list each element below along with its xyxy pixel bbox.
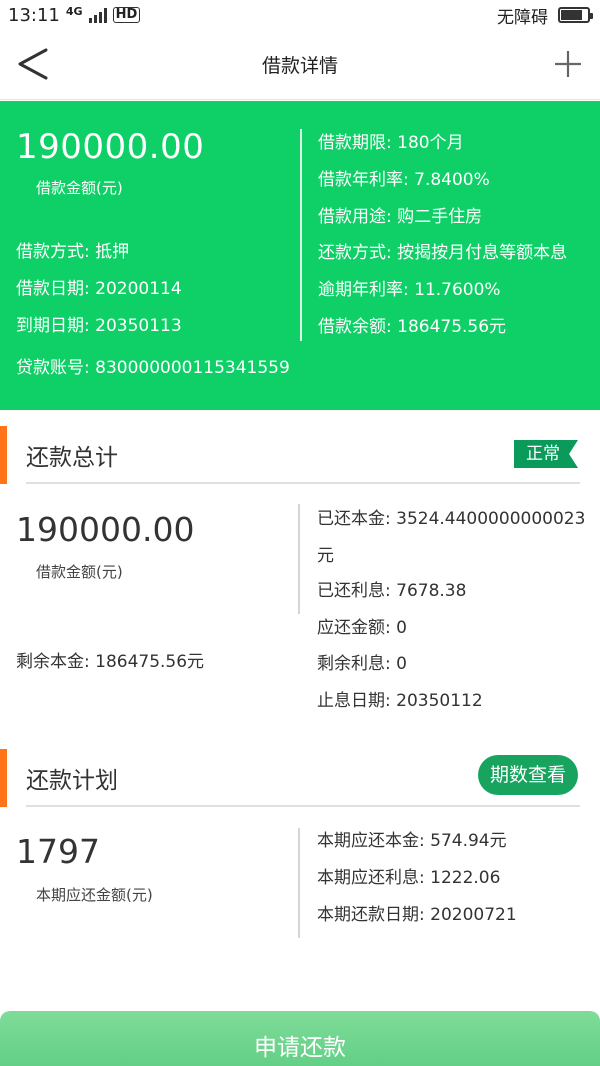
loan-balance: 借款余额: 186475.56元 [318, 317, 507, 337]
current-repay-date: 本期还款日期: 20200721 [317, 905, 517, 925]
section-title: 还款计划 [26, 768, 118, 794]
network-type: 4G [65, 4, 83, 18]
accessibility-label: 无障碍 [497, 7, 548, 28]
repay-total-amount-label: 借款金额(元) [36, 563, 123, 581]
loan-account: 贷款账号: 830000000115341559 [16, 358, 290, 378]
loan-amount-label: 借款金额(元) [36, 179, 123, 197]
current-due-amount-label: 本期应还金额(元) [36, 886, 153, 904]
paid-principal-unit: 元 [317, 546, 334, 566]
section-title: 还款总计 [26, 445, 118, 471]
status-bar-right: 无障碍 [497, 3, 593, 28]
repay-total-divider [298, 504, 300, 614]
nav-bar: 借款详情 [0, 30, 600, 100]
current-principal: 本期应还本金: 574.94元 [317, 831, 507, 851]
clock: 13:11 [8, 4, 60, 26]
repay-plan-header: 还款计划 期数查看 [0, 749, 600, 807]
status-bar-left: 13:11 4G HD [8, 4, 141, 26]
battery-icon [558, 7, 593, 23]
remaining-principal: 剩余本金: 186475.56元 [16, 652, 205, 672]
loan-summary-card: 190000.00 借款金额(元) 借款方式: 抵押 借款日期: 2020011… [0, 101, 600, 410]
apply-repayment-button[interactable]: 申请还款 [0, 1011, 600, 1066]
repay-total-header: 还款总计 正常 [0, 426, 600, 484]
current-due-amount: 1797 [16, 832, 100, 871]
interest-end-date: 止息日期: 20350112 [317, 691, 483, 711]
loan-purpose: 借款用途: 购二手住房 [318, 207, 483, 227]
back-arrow-icon[interactable] [14, 44, 54, 84]
repay-total-amount: 190000.00 [16, 510, 195, 549]
repay-method: 还款方式: 按揭按月付息等额本息 [318, 243, 568, 263]
loan-amount: 190000.00 [16, 127, 205, 167]
paid-principal: 已还本金: 3524.4400000000023 [317, 509, 586, 529]
section-divider [26, 805, 580, 807]
section-divider [26, 482, 580, 484]
signal-icon [88, 7, 107, 23]
paid-interest: 已还利息: 7678.38 [317, 581, 467, 601]
overdue-rate: 逾期年利率: 11.7600% [318, 280, 501, 300]
card-divider [300, 129, 302, 341]
plus-icon[interactable] [554, 50, 582, 78]
loan-method: 借款方式: 抵押 [16, 242, 130, 262]
hd-icon: HD [112, 7, 141, 23]
repay-plan-divider [298, 828, 300, 938]
current-interest: 本期应还利息: 1222.06 [317, 868, 501, 888]
due-amount: 应还金额: 0 [317, 618, 407, 638]
loan-rate: 借款年利率: 7.8400% [318, 170, 490, 190]
loan-term: 借款期限: 180个月 [318, 133, 464, 153]
view-periods-button[interactable]: 期数查看 [477, 755, 578, 795]
page-title: 借款详情 [261, 55, 338, 77]
section-accent-bar [0, 426, 7, 484]
loan-due-date: 到期日期: 20350113 [16, 316, 182, 336]
section-accent-bar [0, 749, 7, 807]
remaining-interest: 剩余利息: 0 [317, 654, 407, 674]
status-bar: 13:11 4G HD 无障碍 [0, 0, 600, 30]
status-badge: 正常 [514, 440, 578, 468]
loan-date: 借款日期: 20200114 [16, 279, 182, 299]
